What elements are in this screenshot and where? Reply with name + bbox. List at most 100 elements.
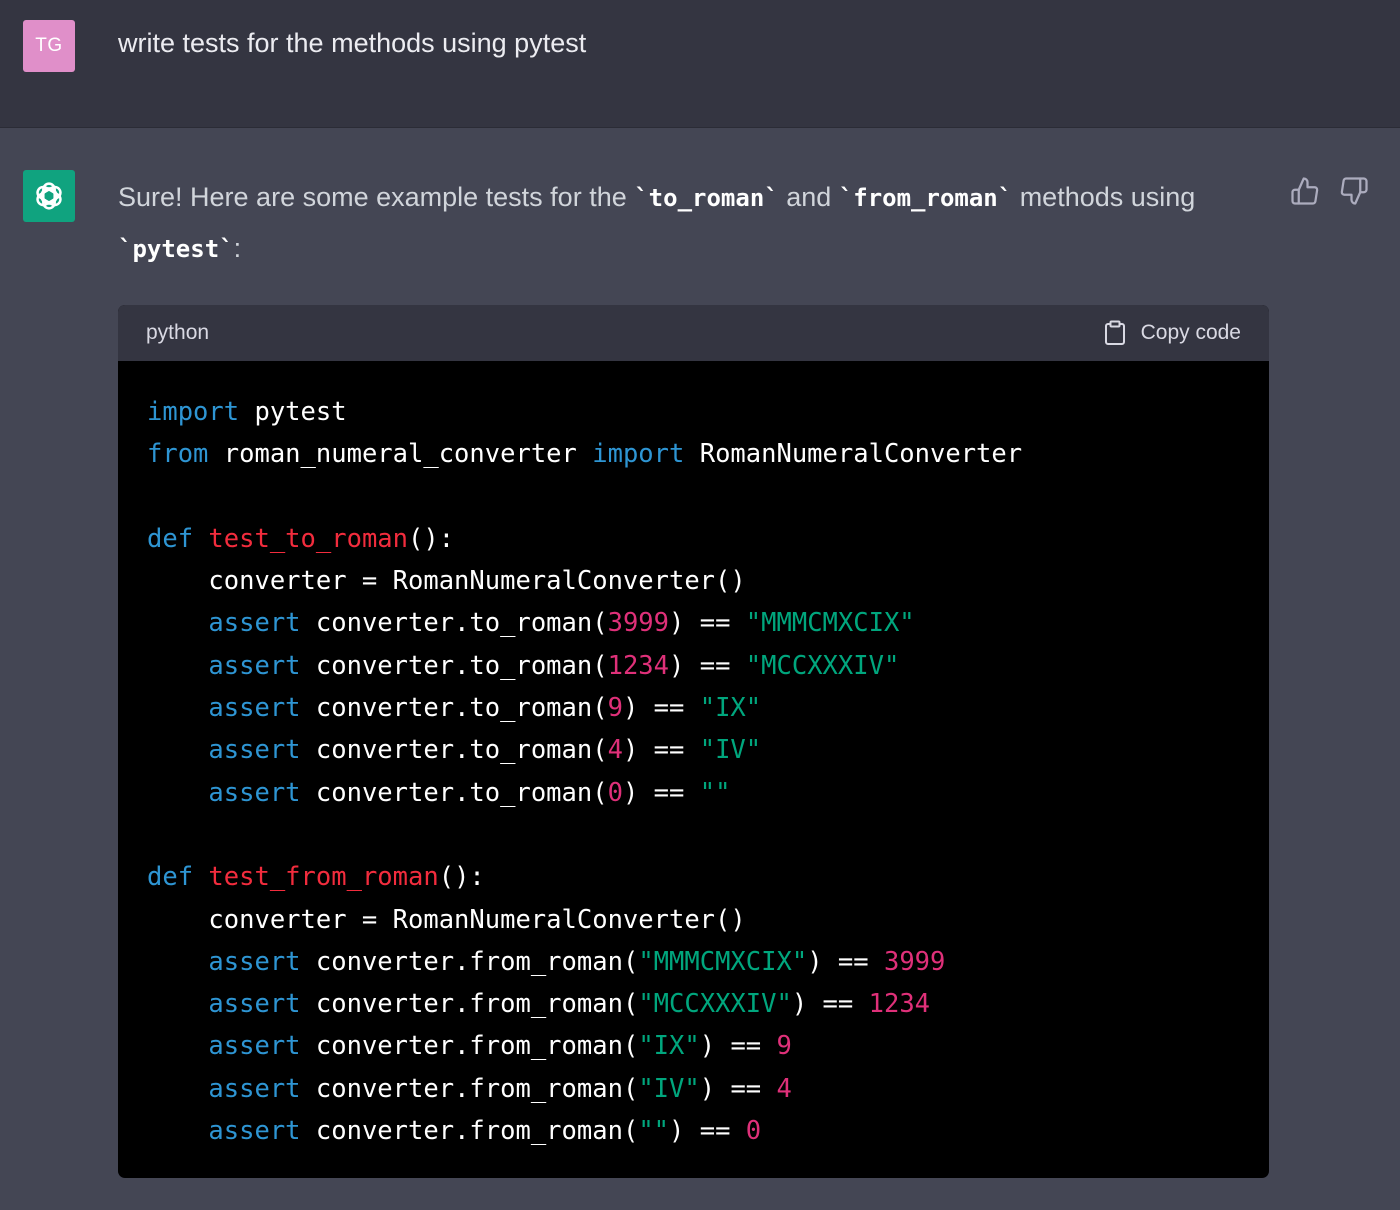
code-token: "IX" (638, 1031, 700, 1062)
code-line: assert converter.from_roman("IX") == 9 (147, 1025, 1269, 1067)
code-token: converter.to_roman( (300, 693, 608, 724)
code-token: 9 (776, 1031, 792, 1062)
code-token: assert (208, 608, 301, 639)
code-token: "" (699, 777, 731, 808)
code-token: test_from_roman (208, 862, 439, 893)
code-token: assert (208, 693, 301, 724)
code-token: converter.from_roman( (300, 989, 639, 1020)
inline-code: `pytest` (118, 235, 234, 263)
code-token: 4 (776, 1073, 792, 1104)
code-token: 3999 (607, 608, 670, 639)
code-line: assert converter.from_roman("MMMCMXCIX")… (147, 941, 1269, 983)
code-line: assert converter.to_roman(9) == "IX" (147, 687, 1269, 729)
assistant-avatar (23, 170, 75, 222)
code-token: assert (208, 650, 301, 681)
assistant-text-part: : (233, 233, 242, 263)
assistant-message-text: Sure! Here are some example tests for th… (118, 172, 1268, 274)
code-token: ) == (791, 989, 869, 1020)
code-token: converter.from_roman( (300, 1116, 639, 1147)
code-line: assert converter.to_roman(0) == "" (147, 772, 1269, 814)
copy-code-button[interactable]: Copy code (1103, 320, 1241, 346)
code-token: "MMMCMXCIX" (745, 608, 915, 639)
code-token: "IX" (699, 693, 762, 724)
code-block-header: python Copy code (118, 305, 1269, 361)
code-line: assert converter.from_roman("MCCXXXIV") … (147, 983, 1269, 1025)
code-token: 4 (607, 735, 623, 766)
thumbs-down-button[interactable] (1337, 174, 1371, 208)
code-token: assert (208, 989, 301, 1020)
code-token: ) == (622, 693, 700, 724)
assistant-text-part: and (778, 182, 839, 212)
code-token: import (147, 397, 240, 427)
code-token: converter = RomanNumeralConverter() (147, 904, 746, 935)
code-token: assert (208, 1031, 301, 1062)
code-line: converter = RomanNumeralConverter() (147, 899, 1269, 941)
code-token: converter.to_roman( (300, 777, 608, 808)
code-token: import (592, 439, 685, 470)
code-token: ) == (669, 608, 746, 639)
code-token: "IV" (638, 1073, 700, 1104)
thumbs-up-icon (1291, 177, 1319, 205)
code-block: python Copy code import pytest from roman… (118, 305, 1269, 1178)
code-token: 1234 (607, 650, 670, 681)
inline-code: `to_roman` (634, 184, 779, 212)
code-token: "MCCXXXIV" (638, 989, 792, 1020)
clipboard-icon (1104, 320, 1125, 345)
code-token: 1234 (868, 989, 931, 1020)
code-line: def test_from_roman(): (147, 856, 1269, 898)
code-token: def (147, 862, 194, 893)
code-token: "IV" (699, 735, 762, 766)
code-line: assert converter.from_roman("IV") == 4 (147, 1068, 1269, 1110)
user-avatar-initials: TG (35, 35, 63, 56)
code-token: from (147, 439, 209, 470)
code-token: ) == (622, 777, 700, 808)
code-token: converter.from_roman( (300, 946, 639, 977)
code-token: converter.to_roman( (300, 608, 608, 639)
code-token: assert (208, 735, 301, 766)
code-content: import pytest from roman_numeral_converte… (118, 361, 1269, 1152)
code-token: converter.to_roman( (300, 650, 608, 681)
code-line: from roman_numeral_converter import Roma… (147, 433, 1269, 475)
code-token: assert (208, 777, 301, 808)
code-token: converter.from_roman( (300, 1073, 639, 1104)
code-line: assert converter.to_roman(3999) == "MMMC… (147, 602, 1269, 644)
user-message-row: TG write tests for the methods using pyt… (0, 0, 1400, 128)
code-line: def test_to_roman(): (147, 518, 1269, 560)
thumbs-up-button[interactable] (1288, 174, 1322, 208)
code-token: 3999 (883, 946, 946, 977)
code-token: pytest (239, 397, 347, 427)
user-message-text: write tests for the methods using pytest (118, 28, 587, 58)
code-token: ) == (669, 650, 746, 681)
code-language-label: python (146, 321, 210, 344)
assistant-text-part: Sure! Here are some example tests for th… (118, 182, 635, 212)
thumbs-down-icon (1340, 177, 1368, 205)
code-token: 0 (607, 777, 623, 808)
code-token: test_to_roman (208, 523, 409, 554)
code-token: converter = RomanNumeralConverter() (147, 566, 746, 597)
code-token: (): (438, 862, 485, 893)
copy-code-label: Copy code (1140, 321, 1241, 344)
code-line: import pytest (147, 391, 1269, 433)
openai-logo-icon (36, 182, 62, 210)
code-token: "MCCXXXIV" (745, 650, 900, 681)
code-line: assert converter.from_roman("") == 0 (147, 1110, 1269, 1152)
code-line: assert converter.to_roman(1234) == "MCCX… (147, 645, 1269, 687)
code-token: assert (208, 1073, 301, 1104)
code-token: "" (638, 1116, 670, 1147)
code-token: assert (208, 946, 301, 977)
code-line: converter = RomanNumeralConverter() (147, 560, 1269, 602)
code-token: RomanNumeralConverter (684, 439, 1023, 470)
inline-code: `from_roman` (838, 184, 1013, 212)
code-token: "MMMCMXCIX" (638, 946, 808, 977)
user-avatar: TG (23, 20, 75, 72)
code-token: converter.from_roman( (300, 1031, 639, 1062)
